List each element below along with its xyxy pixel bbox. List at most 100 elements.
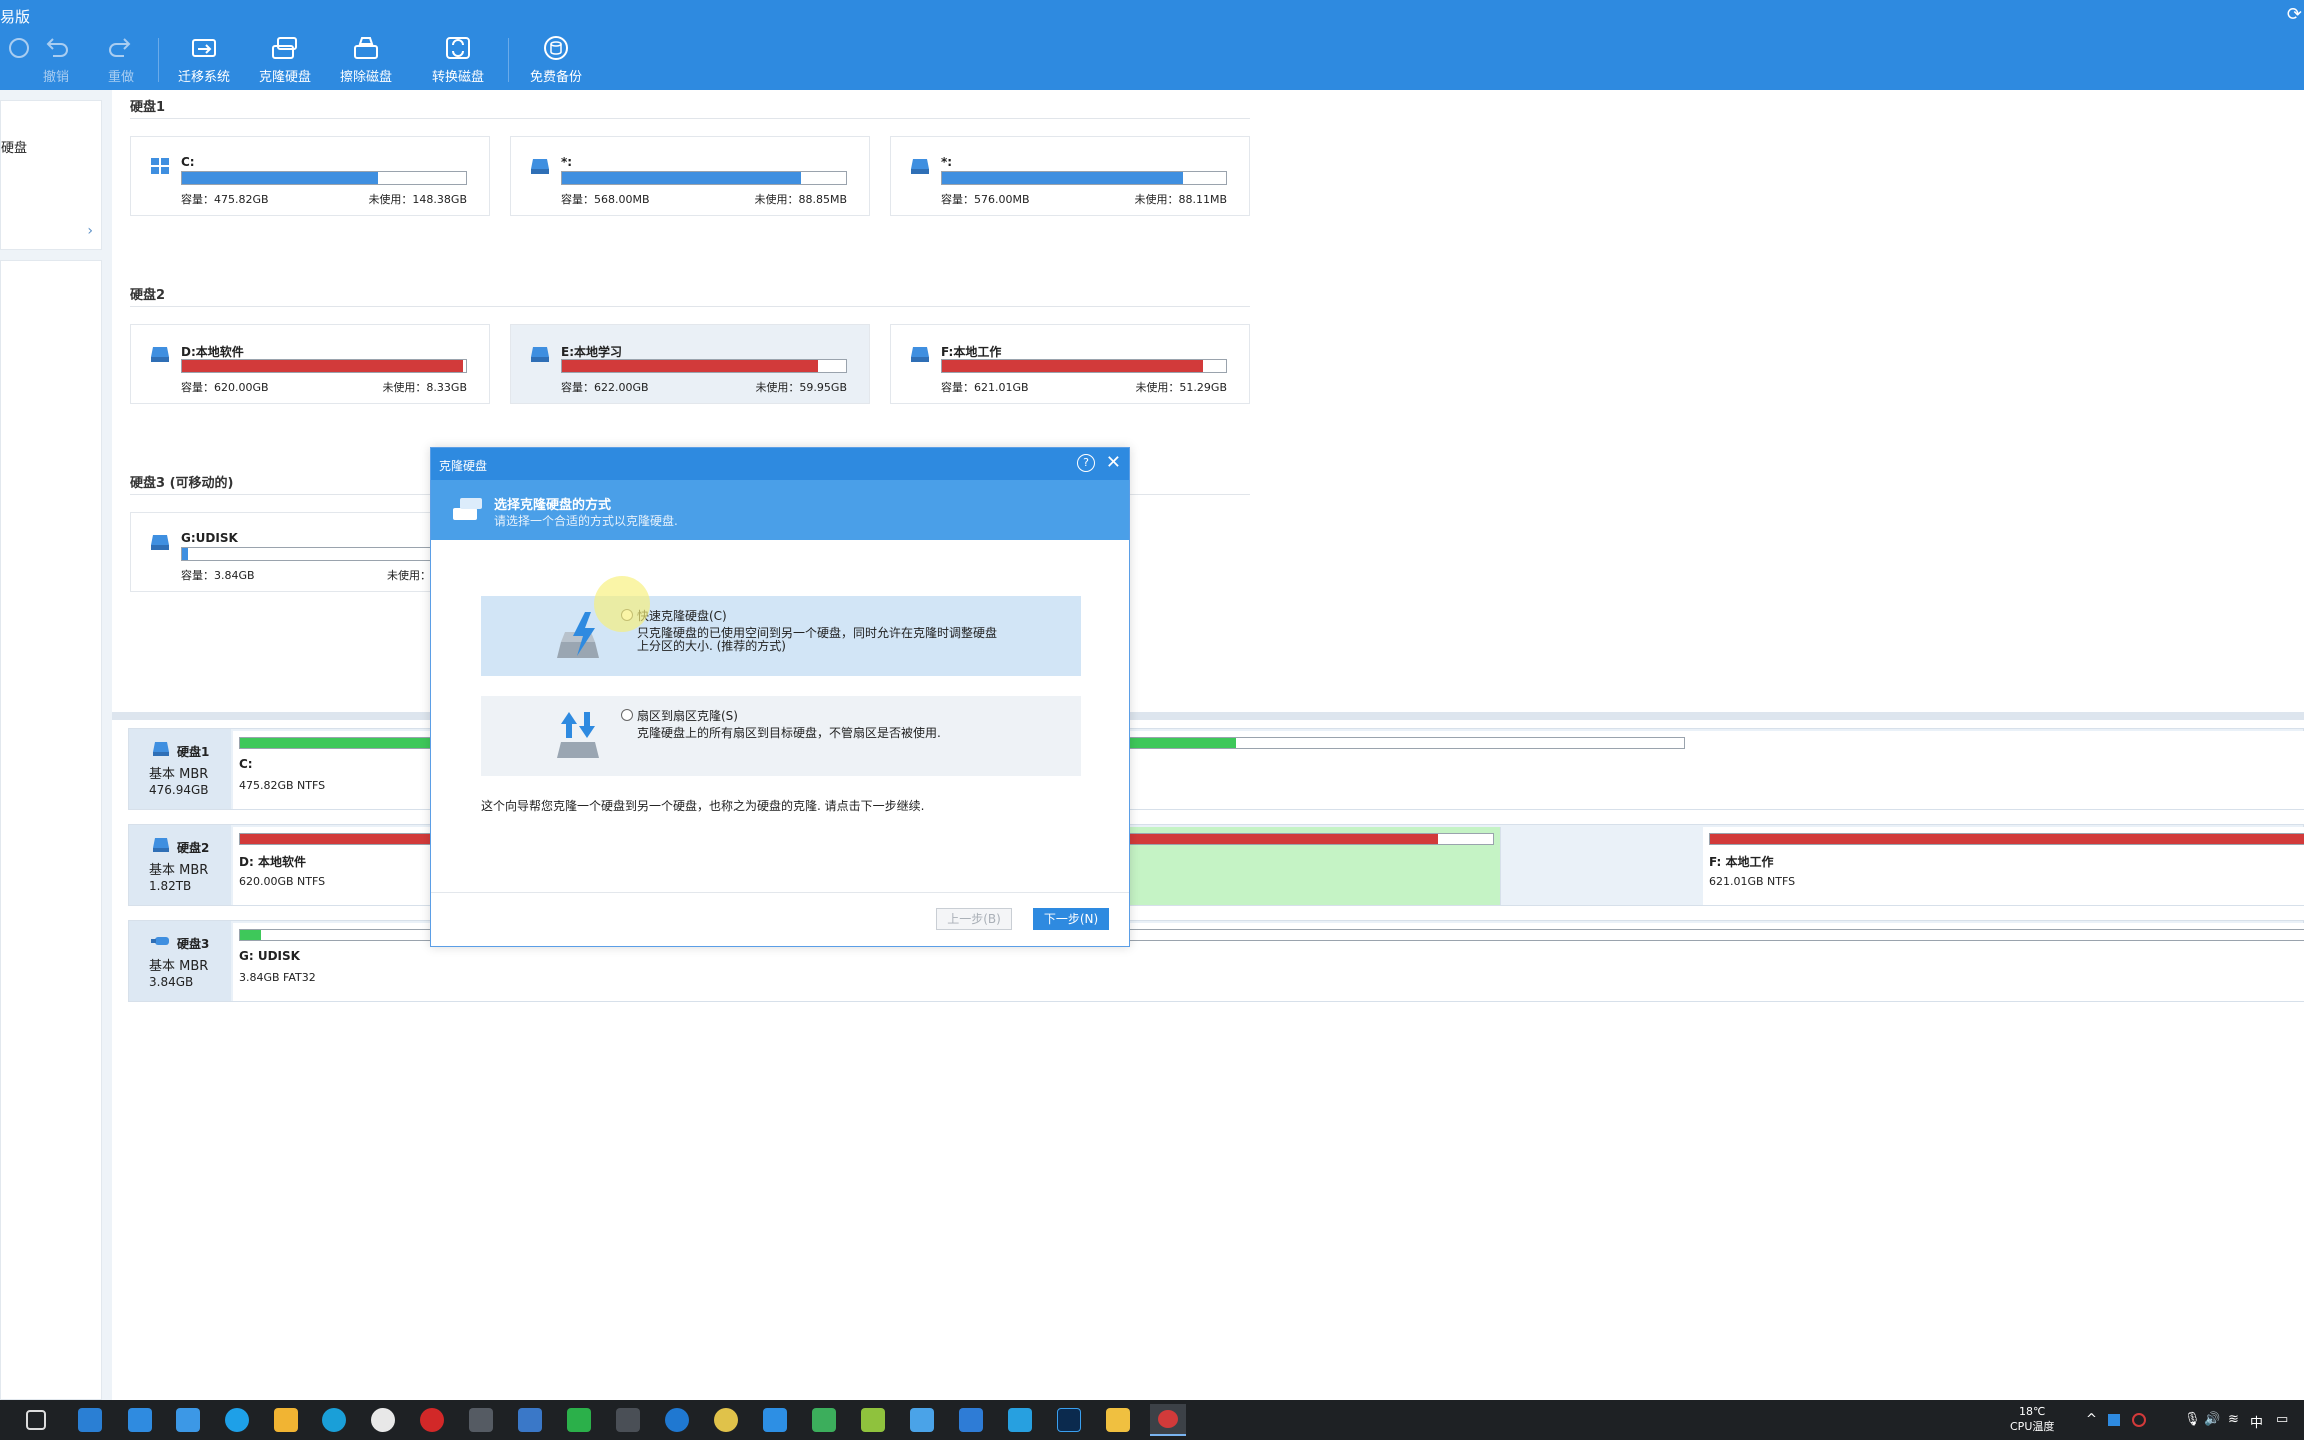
next-button[interactable]: 下一步(N) — [1033, 908, 1109, 930]
taskbar: 18℃ CPU温度 ^ 🎙 🔊 ≋ 中 ▭ — [0, 1400, 2304, 1440]
drive-icon — [149, 533, 171, 551]
tray-app-icon[interactable] — [2108, 1414, 2120, 1426]
drive-icon — [149, 345, 171, 363]
dialog-header-subtitle: 请选择一个合适的方式以克隆硬盘. — [494, 514, 678, 528]
drive-icon — [151, 837, 171, 853]
usage-bar — [941, 359, 1227, 373]
usb-drive-icon — [151, 933, 171, 949]
migrate-os-button[interactable]: 迁移系统 — [164, 34, 244, 85]
drive-icon — [529, 345, 551, 363]
taskbar-app-icon[interactable] — [812, 1408, 836, 1432]
cursor-highlight — [594, 576, 650, 632]
divider — [130, 118, 1250, 119]
taskbar-app-icon[interactable] — [861, 1408, 885, 1432]
convert-disk-button[interactable]: 转换磁盘 — [418, 34, 498, 85]
free-backup-button[interactable]: 免费备份 — [516, 34, 596, 85]
taskbar-app-icon[interactable] — [274, 1408, 298, 1432]
usage-bar — [181, 547, 467, 561]
app-title: 易版 — [0, 8, 31, 26]
taskbar-app-icon[interactable] — [420, 1408, 444, 1432]
backup-icon — [541, 34, 571, 62]
option-quick-clone[interactable]: 快速克隆硬盘(C) 只克隆硬盘的已使用空间到另一个硬盘，同时允许在克隆时调整硬盘… — [481, 596, 1081, 676]
taskbar-app-icon[interactable] — [1008, 1408, 1032, 1432]
taskbar-app-icon[interactable] — [959, 1408, 983, 1432]
taskbar-app-icon[interactable] — [714, 1408, 738, 1432]
disk-map-label: 硬盘2 基本 MBR 1.82TB — [129, 825, 231, 905]
redo-icon — [106, 34, 136, 62]
windows-icon — [149, 157, 171, 175]
chevron-right-icon[interactable]: › — [87, 223, 93, 239]
migrate-os-icon — [189, 34, 219, 62]
usage-bar — [941, 171, 1227, 185]
dialog-header: 选择克隆硬盘的方式 请选择一个合适的方式以克隆硬盘. — [431, 480, 1129, 540]
radio-sector-clone[interactable] — [621, 709, 633, 721]
clone-disk-button[interactable]: 克隆硬盘 — [245, 34, 325, 85]
clone-disk-dialog: 克隆硬盘 ? ✕ 选择克隆硬盘的方式 请选择一个合适的方式以克隆硬盘. 快速克隆… — [430, 447, 1130, 947]
taskbar-app-icon[interactable] — [128, 1408, 152, 1432]
drive-icon — [151, 741, 171, 757]
usage-bar — [561, 171, 847, 185]
disk-heading: 硬盘3 (可移动的) — [130, 476, 234, 491]
taskbar-active-app[interactable] — [1150, 1404, 1186, 1436]
taskbar-app-icon[interactable] — [469, 1408, 493, 1432]
option-sector-clone[interactable]: 扇区到扇区克隆(S) 克隆硬盘上的所有扇区到目标硬盘，不管扇区是否被使用. — [481, 696, 1081, 776]
convert-disk-icon — [443, 34, 473, 62]
microphone-icon[interactable]: 🎙 — [2184, 1412, 2201, 1427]
redo-button[interactable]: 重做 — [81, 34, 161, 85]
wipe-disk-button[interactable]: 擦除磁盘 — [326, 34, 406, 85]
partition-card-selected[interactable]: E:本地学习 容量：622.00GB 未使用：59.95GB — [510, 324, 870, 404]
taskbar-app-icon[interactable] — [225, 1408, 249, 1432]
drive-icon — [529, 157, 551, 175]
disk-heading: 硬盘2 — [130, 288, 166, 303]
disk-map-label: 硬盘3 基本 MBR 3.84GB — [129, 921, 231, 1001]
partition-card[interactable]: *: 容量：576.00MB 未使用：88.11MB — [890, 136, 1250, 216]
cpu-temperature[interactable]: 18℃ CPU温度 — [2010, 1404, 2054, 1434]
disk-heading: 硬盘1 — [130, 100, 166, 115]
usage-bar — [181, 171, 467, 185]
taskbar-app-icon[interactable] — [322, 1408, 346, 1432]
photoshop-icon[interactable] — [1057, 1408, 1081, 1432]
partition-card[interactable]: C: 容量：475.82GB 未使用：148.38GB — [130, 136, 490, 216]
partition-card[interactable]: F:本地工作 容量：621.01GB 未使用：51.29GB — [890, 324, 1250, 404]
wifi-icon[interactable]: ≋ — [2228, 1412, 2239, 1427]
undo-icon — [41, 34, 71, 62]
usage-bar — [181, 359, 467, 373]
chevron-up-icon[interactable]: ^ — [2086, 1412, 2097, 1427]
close-icon[interactable]: ✕ — [1106, 451, 1121, 475]
drive-icon — [909, 157, 931, 175]
drive-icon — [909, 345, 931, 363]
taskbar-app-icon[interactable] — [176, 1408, 200, 1432]
help-icon[interactable]: ? — [1077, 454, 1095, 472]
partition-card[interactable]: D:本地软件 容量：620.00GB 未使用：8.33GB — [130, 324, 490, 404]
dialog-title-bar[interactable]: 克隆硬盘 ? ✕ — [431, 448, 1129, 480]
refresh-icon[interactable]: ⟳ — [2287, 4, 2302, 25]
sidebar-panel-lower — [0, 260, 102, 1400]
taskbar-app-icon[interactable] — [910, 1408, 934, 1432]
wipe-disk-icon — [351, 34, 381, 62]
clone-disk-icon — [451, 494, 485, 524]
dialog-header-title: 选择克隆硬盘的方式 — [494, 498, 612, 513]
disk-map-label: 硬盘1 基本 MBR 476.94GB — [129, 729, 231, 809]
dialog-title: 克隆硬盘 — [439, 459, 488, 473]
taskbar-app-icon[interactable] — [371, 1408, 395, 1432]
task-view-icon[interactable] — [26, 1410, 46, 1430]
taskbar-app-icon[interactable] — [665, 1408, 689, 1432]
disk-map-segment[interactable]: F: 本地工作 621.01GB NTFS — [1703, 827, 2304, 905]
divider — [130, 306, 1250, 307]
clone-disk-icon — [270, 34, 300, 62]
sidebar-item-disk[interactable]: 硬盘 — [1, 137, 27, 156]
partition-card[interactable]: *: 容量：568.00MB 未使用：88.85MB — [510, 136, 870, 216]
previous-button[interactable]: 上一步(B) — [936, 908, 1012, 930]
taskbar-app-icon[interactable] — [763, 1408, 787, 1432]
taskbar-app-icon[interactable] — [567, 1408, 591, 1432]
taskbar-app-icon[interactable] — [518, 1408, 542, 1432]
notification-icon[interactable]: ▭ — [2276, 1412, 2288, 1427]
toolbar-separator — [508, 38, 509, 82]
taskbar-app-icon[interactable] — [616, 1408, 640, 1432]
ime-indicator[interactable]: 中 — [2250, 1412, 2263, 1431]
tray-record-icon[interactable] — [2132, 1413, 2146, 1427]
taskbar-app-icon[interactable] — [78, 1408, 102, 1432]
sector-clone-icon — [555, 708, 605, 764]
volume-icon[interactable]: 🔊 — [2204, 1412, 2220, 1427]
file-explorer-icon[interactable] — [1106, 1408, 1130, 1432]
